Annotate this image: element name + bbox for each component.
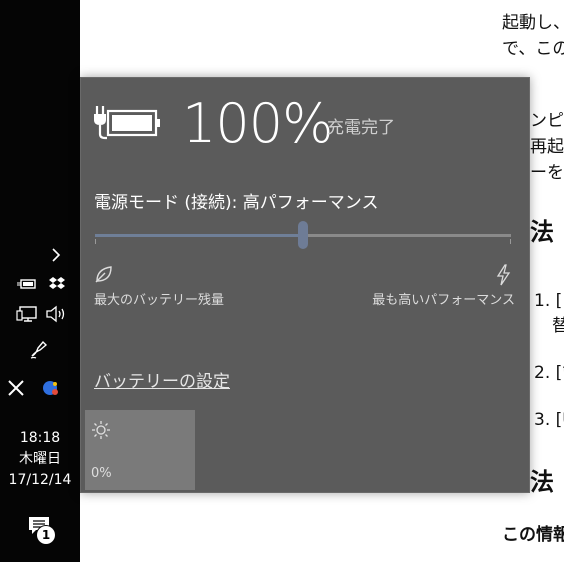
doc-list-item: 2. [管	[534, 363, 564, 383]
battery-percent: 100%	[182, 92, 333, 155]
notification-count-badge: 1	[37, 526, 55, 544]
slider-tick	[510, 239, 511, 244]
dropbox-icon[interactable]	[46, 275, 68, 293]
doc-text-line: 起動し、	[502, 13, 564, 33]
lightning-icon	[495, 264, 515, 286]
show-hidden-icons-chevron-icon[interactable]	[46, 245, 66, 265]
charge-status: 充電完了	[327, 118, 395, 138]
volume-icon[interactable]	[44, 304, 68, 324]
doc-list-item: 替	[552, 316, 564, 336]
doc-list-item: 3. [U	[534, 410, 564, 430]
leaf-icon	[94, 264, 114, 284]
doc-list-item: 1. [ス	[534, 291, 564, 311]
slider-fill	[95, 234, 303, 237]
clock-weekday[interactable]: 木曜日	[0, 449, 80, 470]
doc-text-line: ーを押	[530, 163, 564, 183]
slider-tick	[95, 239, 96, 244]
slider-max-label: 最も高いパフォーマンス	[372, 293, 515, 308]
battery-charging-icon	[93, 104, 163, 142]
battery-tray-icon[interactable]	[16, 276, 38, 292]
doc-text-line: 再起動	[530, 137, 564, 157]
doc-heading: 法 2	[530, 468, 564, 496]
battery-settings-link[interactable]: バッテリーの設定	[94, 367, 230, 392]
doc-text-line: で、この	[502, 39, 564, 59]
brightness-value: 0%	[91, 466, 112, 481]
close-icon[interactable]	[5, 377, 27, 399]
slider-thumb[interactable]	[298, 221, 308, 249]
assistant-icon[interactable]	[40, 377, 62, 399]
taskbar: 18:18 木曜日 17/12/14 1	[0, 0, 80, 562]
brightness-tile[interactable]: 0%	[85, 410, 195, 490]
network-icon[interactable]	[15, 304, 39, 324]
doc-text-line: この情報	[502, 525, 564, 545]
clock-time[interactable]: 18:18	[0, 428, 80, 449]
power-mode-label: 電源モード (接続): 高パフォーマンス	[94, 193, 379, 213]
action-center-icon[interactable]: 1	[25, 513, 59, 547]
clock-date[interactable]: 17/12/14	[0, 470, 80, 491]
doc-text-line: ンピコ	[530, 111, 564, 131]
battery-flyout: 100% 充電完了 電源モード (接続): 高パフォーマンス 最大のバッテリー残…	[80, 77, 530, 493]
slider-min-label: 最大のバッテリー残量	[94, 293, 225, 308]
doc-heading: 法 1	[530, 218, 564, 246]
brightness-sun-icon	[91, 420, 111, 440]
pen-workspace-icon[interactable]	[27, 337, 51, 361]
